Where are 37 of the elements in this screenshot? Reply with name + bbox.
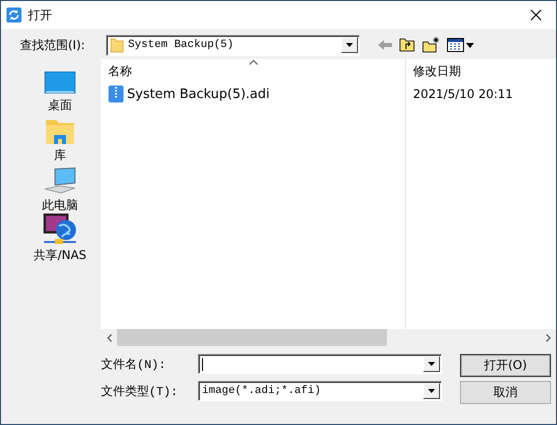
cancel-button[interactable]: 取消 [460,381,551,404]
scroll-thumb[interactable] [117,329,387,346]
caret-icon [428,389,435,393]
folder-up-icon[interactable] [399,38,415,52]
look-in-dropdown[interactable]: System Backup(5) [106,34,360,56]
file-name-label: 文件名(N): [101,356,167,372]
computer-icon [43,167,77,195]
text-cursor [202,358,203,370]
new-folder-icon[interactable] [422,37,440,53]
look-in-label: 查找范围(I): [20,36,86,54]
network-globe-icon [42,213,78,245]
place-label[interactable]: 共享/NAS [34,247,86,264]
column-header[interactable]: 修改日期 [413,62,461,80]
dropdown-button[interactable] [423,383,440,399]
column-header[interactable]: 名称 [108,62,132,80]
modified-date: 2021/5/10 20:11 [413,87,513,101]
file-name-field[interactable] [198,354,442,374]
window-title: 打开 [28,6,53,24]
view-menu-icon[interactable] [447,38,475,52]
caret-icon [428,362,435,366]
place-label[interactable]: 库 [54,147,66,164]
folder-icon [110,38,124,52]
dropdown-button[interactable] [341,37,358,53]
file-type-label: 文件类型(T): [101,384,179,400]
horizontal-scrollbar[interactable] [101,329,556,346]
open-button[interactable]: 打开(O) [460,354,551,377]
folder-icon [45,119,75,145]
refresh-icon [6,7,22,23]
archive-file-icon [108,85,124,103]
desktop-icon [44,71,76,95]
sort-caret-icon [249,59,258,65]
caret-icon [346,43,353,47]
file-type-dropdown[interactable]: image(*.adi;*.afi) [198,381,442,401]
place-label[interactable]: 此电脑 [42,197,78,214]
place-label[interactable]: 桌面 [48,97,72,114]
dropdown-button[interactable] [423,356,440,372]
file-name[interactable]: System Backup(5).adi [127,86,270,102]
